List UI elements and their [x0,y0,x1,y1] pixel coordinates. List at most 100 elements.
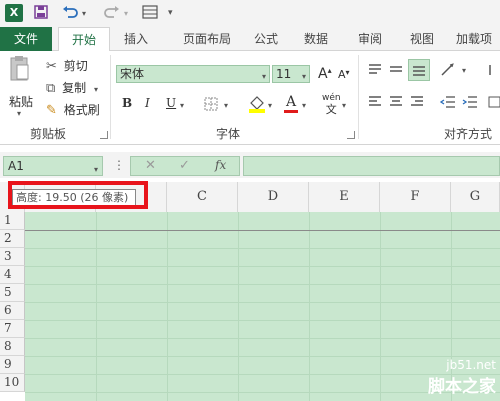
font-size-combo[interactable]: 11 ▾ [272,65,310,83]
format-painter-button[interactable]: ✎ 格式刷 [46,101,100,118]
align-center-button[interactable] [389,95,403,112]
row-header[interactable]: 8 [0,338,25,356]
paste-dropdown-icon[interactable]: ▾ [17,109,21,118]
watermark-brand: 脚本之家 [428,377,496,397]
redo-dropdown-icon[interactable]: ▾ [124,9,128,18]
font-color-swatch [284,110,298,113]
borders-dropdown-icon[interactable]: ▾ [224,101,228,110]
form-icon[interactable] [142,5,158,23]
row-header[interactable]: 7 [0,320,25,338]
row-header[interactable]: 5 [0,284,25,302]
more-options-icon[interactable]: ⋮ [113,158,125,172]
font-group-label: 字体 [216,127,241,141]
font-size-value: 11 [276,67,292,81]
borders-icon [204,97,218,111]
row-header[interactable]: 6 [0,302,25,320]
font-color-dropdown-icon[interactable]: ▾ [302,101,306,110]
paste-button[interactable] [8,55,30,86]
save-icon[interactable] [34,5,48,23]
font-size-dropdown-icon[interactable]: ▾ [302,69,306,85]
increase-indent-icon [462,96,477,108]
phonetic-dropdown-icon[interactable]: ▾ [342,101,346,110]
borders-button[interactable] [204,97,218,114]
decrease-indent-icon [439,96,455,108]
undo-dropdown-icon[interactable]: ▾ [82,9,86,18]
merge-button[interactable] [488,95,500,112]
row-header[interactable]: 3 [0,248,25,266]
cancel-icon[interactable]: ✕ [145,158,156,173]
tab-addins[interactable]: 加载项 [456,27,500,51]
copy-icon: ⧉ [46,81,56,96]
align-left-button[interactable] [368,95,382,112]
increase-indent-button[interactable] [462,95,478,112]
top-align-button[interactable] [368,63,382,80]
fill-color-dropdown-icon[interactable]: ▾ [268,101,272,110]
bottom-align-button[interactable] [408,59,430,81]
orientation-dropdown-icon[interactable]: ▾ [462,66,466,75]
orientation-button[interactable] [440,63,458,80]
row-header[interactable]: 4 [0,266,25,284]
undo-icon[interactable] [62,5,78,23]
customize-icon[interactable]: ▾ [168,8,173,18]
wrap-text-icon [489,65,491,75]
row-header[interactable]: 10 [0,374,25,392]
font-launcher-icon[interactable] [347,131,355,139]
cut-button[interactable]: ✂ 剪切 [46,57,88,74]
column-header-e[interactable]: E [309,182,380,212]
middle-align-icon [390,66,402,72]
tab-page-layout[interactable]: 页面布局 [168,27,246,51]
gridline [167,212,168,401]
align-left-icon [369,96,381,106]
shrink-font-caret-icon: ▾ [345,68,350,77]
redo-icon[interactable] [104,5,120,23]
ribbon-tabs: 文件 开始 插入 页面布局 公式 数据 审阅 视图 加载项 [0,27,500,52]
column-header-g[interactable]: G [451,182,500,212]
column-header-d[interactable]: D [238,182,309,212]
underline-button[interactable]: U [166,96,176,110]
phonetic-button[interactable]: wén 文 [322,93,341,117]
clipboard-launcher-icon[interactable] [100,131,108,139]
row-header[interactable]: 9 [0,356,25,374]
tab-file[interactable]: 文件 [0,27,52,51]
grow-font-button[interactable]: A▴ [318,66,332,82]
shrink-font-button[interactable]: A▾ [338,68,350,81]
gridline [25,248,500,249]
watermark: jb51.net 脚本之家 [428,358,496,397]
underline-dropdown-icon[interactable]: ▾ [180,101,184,110]
align-right-button[interactable] [410,95,424,112]
phonetic-bottom-label: 文 [325,103,337,116]
tab-formulas[interactable]: 公式 [246,27,286,51]
insert-function-icon[interactable]: fx [215,158,226,172]
copy-dropdown-icon[interactable]: ▾ [94,85,98,94]
font-name-dropdown-icon[interactable]: ▾ [262,69,266,85]
tab-data[interactable]: 数据 [296,27,336,51]
fill-color-button[interactable] [248,95,266,116]
row-header[interactable]: 1 [0,212,25,230]
name-box-dropdown-icon[interactable]: ▾ [94,161,98,179]
group-divider [358,55,359,139]
top-align-icon [369,64,381,74]
decrease-indent-button[interactable] [439,95,456,112]
copy-button[interactable]: ⧉ 复制 ▾ [46,79,98,96]
font-color-button[interactable]: A [284,94,298,113]
grow-font-label: A [318,66,328,82]
tab-view[interactable]: 视图 [402,27,442,51]
scissors-icon: ✂ [46,59,57,74]
bold-button[interactable]: B [122,96,132,110]
tab-insert[interactable]: 插入 [116,27,156,51]
merge-icon [488,96,500,108]
name-box[interactable]: A1 ▾ [3,156,103,176]
italic-button[interactable]: I [145,96,150,110]
middle-align-button[interactable] [389,63,403,80]
column-header-f[interactable]: F [380,182,451,212]
formula-input[interactable] [243,156,500,176]
tab-home[interactable]: 开始 [58,27,110,52]
font-name-combo[interactable]: 宋体 ▾ [116,65,270,83]
column-header-c[interactable]: C [167,182,238,212]
tab-review[interactable]: 审阅 [350,27,390,51]
row-header[interactable]: 2 [0,230,25,248]
enter-icon[interactable]: ✓ [179,158,190,173]
wrap-text-button[interactable] [488,63,500,80]
formula-bar: A1 ▾ ⋮ ✕ ✓ fx [0,152,500,178]
gridline [25,284,500,285]
